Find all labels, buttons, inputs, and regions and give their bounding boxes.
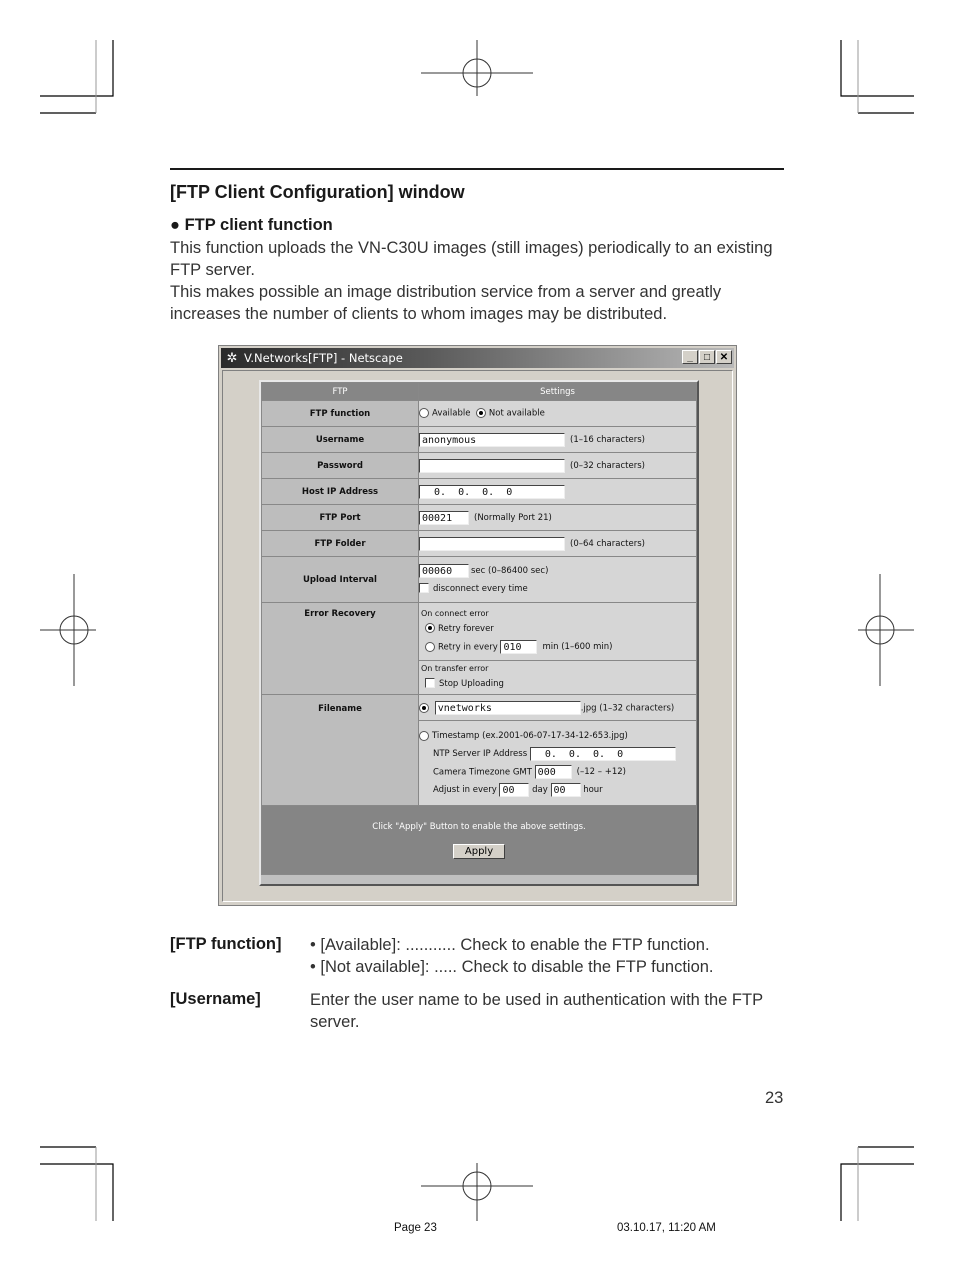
ftp-port-hint: (Normally Port 21) bbox=[474, 512, 552, 523]
table-row: Error Recovery On connect error Retry fo… bbox=[262, 603, 696, 694]
disconnect-checkbox[interactable] bbox=[419, 583, 429, 593]
table-row: Username anonymous (1–16 characters) bbox=[262, 427, 696, 452]
column-header-settings: Settings bbox=[419, 383, 696, 400]
hour-label: hour bbox=[583, 785, 603, 795]
timezone-label: Camera Timezone GMT bbox=[433, 767, 532, 778]
window-titlebar[interactable]: ✲ V.Networks[FTP] - Netscape _ □ ✕ bbox=[221, 348, 734, 368]
timezone-hint: (–12 – +12) bbox=[576, 767, 626, 777]
available-radio[interactable] bbox=[419, 408, 429, 419]
section-rule bbox=[170, 168, 784, 170]
available-label: Available bbox=[432, 408, 471, 419]
retry-minutes-input[interactable]: 010 bbox=[500, 639, 538, 654]
apply-footer: Click "Apply" Button to enable the above… bbox=[262, 806, 696, 874]
footer-timestamp: 03.10.17, 11:20 AM bbox=[617, 1222, 716, 1234]
retry-hint: min (1–600 min) bbox=[542, 641, 613, 652]
ftp-config-panel: FTP Settings FTP function Available Not … bbox=[259, 380, 699, 886]
connect-error-heading: On connect error bbox=[421, 608, 489, 618]
upload-interval-input[interactable]: 00060 bbox=[419, 563, 469, 578]
day-label: day bbox=[532, 785, 548, 795]
apply-button[interactable]: Apply bbox=[453, 843, 505, 859]
apply-note: Click "Apply" Button to enable the above… bbox=[372, 821, 586, 832]
def-username: Enter the user name to be used in authen… bbox=[310, 991, 763, 1031]
table-row: Host IP Address 0. 0. 0. 0 bbox=[262, 479, 696, 504]
ntp-ip-input[interactable]: 0. 0. 0. 0 bbox=[529, 746, 676, 761]
ftp-folder-label: FTP Folder bbox=[262, 531, 418, 556]
filename-input[interactable]: vnetworks bbox=[434, 700, 581, 715]
stop-uploading-label: Stop Uploading bbox=[439, 678, 504, 689]
footer-page-label: Page 23 bbox=[394, 1222, 437, 1234]
ftp-function-label: FTP function bbox=[262, 401, 418, 426]
ftp-folder-hint: (0–64 characters) bbox=[570, 538, 645, 549]
password-label: Password bbox=[262, 453, 418, 478]
filename-hint: .jpg (1–32 characters) bbox=[580, 703, 675, 713]
not-available-radio[interactable] bbox=[475, 408, 486, 419]
table-row: FTP Port 00021 (Normally Port 21) bbox=[262, 505, 696, 530]
close-button[interactable]: ✕ bbox=[716, 350, 732, 364]
ftp-port-label: FTP Port bbox=[262, 505, 418, 530]
timestamp-radio[interactable] bbox=[419, 730, 429, 741]
transfer-error-heading: On transfer error bbox=[421, 663, 489, 673]
subheading: ● FTP client function bbox=[170, 216, 333, 235]
upload-interval-label: Upload Interval bbox=[262, 557, 418, 602]
retry-every-radio[interactable] bbox=[425, 641, 435, 652]
password-hint: (0–32 characters) bbox=[570, 460, 645, 471]
username-label: Username bbox=[262, 427, 418, 452]
maximize-button[interactable]: □ bbox=[699, 350, 715, 364]
table-row: FTP Folder (0–64 characters) bbox=[262, 531, 696, 556]
bullet-icon: ● bbox=[170, 216, 180, 234]
table-row: FTP function Available Not available bbox=[262, 401, 696, 426]
stop-uploading-checkbox[interactable] bbox=[425, 678, 435, 688]
adjust-day-input[interactable]: 00 bbox=[499, 782, 530, 797]
filename-label: Filename bbox=[262, 695, 418, 805]
intro-paragraph-2: This makes possible an image distributio… bbox=[170, 283, 722, 323]
table-row: Filename vnetworks .jpg (1–32 characters) bbox=[262, 695, 696, 805]
def-available: • [Available]: ........... Check to enab… bbox=[310, 936, 710, 954]
subheading-text: FTP client function bbox=[184, 216, 333, 234]
column-header-ftp: FTP bbox=[262, 383, 418, 400]
def-not-available: • [Not available]: ..... Check to disabl… bbox=[310, 958, 714, 976]
retry-forever-radio[interactable] bbox=[425, 623, 435, 633]
table-row: Upload Interval 00060 sec (0–86400 sec) d… bbox=[262, 557, 696, 602]
not-available-label: Not available bbox=[488, 408, 545, 419]
browser-window: ✲ V.Networks[FTP] - Netscape _ □ ✕ FTP S… bbox=[218, 345, 737, 906]
term-ftp-function: [FTP function] bbox=[170, 935, 282, 953]
page-title: [FTP Client Configuration] window bbox=[170, 182, 465, 202]
password-input[interactable] bbox=[419, 458, 565, 473]
timezone-input[interactable]: 000 bbox=[534, 765, 572, 779]
page-number: 23 bbox=[765, 1089, 784, 1107]
host-ip-label: Host IP Address bbox=[262, 479, 418, 504]
retry-forever-label: Retry forever bbox=[438, 623, 494, 634]
filename-radio[interactable] bbox=[419, 702, 429, 713]
window-title: V.Networks[FTP] - Netscape bbox=[244, 351, 403, 365]
ftp-config-table: FTP Settings FTP function Available Not … bbox=[261, 382, 697, 875]
disconnect-label: disconnect every time bbox=[433, 583, 528, 594]
ntp-label: NTP Server IP Address bbox=[433, 749, 528, 759]
term-username: [Username] bbox=[170, 990, 261, 1008]
minimize-button[interactable]: _ bbox=[682, 350, 698, 364]
retry-every-label: Retry in every bbox=[438, 642, 498, 652]
table-row: Password (0–32 characters) bbox=[262, 453, 696, 478]
ftp-folder-input[interactable] bbox=[419, 536, 565, 551]
username-input[interactable]: anonymous bbox=[419, 432, 565, 447]
timestamp-label: Timestamp (ex.2001-06-07-17-34-12-653.jp… bbox=[432, 731, 628, 741]
host-ip-input[interactable]: 0. 0. 0. 0 bbox=[419, 484, 565, 499]
page-content: FTP Settings FTP function Available Not … bbox=[222, 370, 733, 902]
adjust-label: Adjust in every bbox=[433, 785, 497, 795]
upload-interval-hint: sec (0–86400 sec) bbox=[471, 565, 549, 576]
def-ftp-function: • [Available]: ........... Check to enab… bbox=[310, 934, 790, 978]
adjust-hour-input[interactable]: 00 bbox=[550, 782, 581, 797]
error-recovery-label: Error Recovery bbox=[262, 603, 418, 694]
intro-paragraph-1: This function uploads the VN-C30U images… bbox=[170, 239, 773, 279]
username-hint: (1–16 characters) bbox=[570, 434, 645, 445]
netscape-icon: ✲ bbox=[226, 350, 238, 365]
ftp-port-input[interactable]: 00021 bbox=[419, 510, 469, 525]
